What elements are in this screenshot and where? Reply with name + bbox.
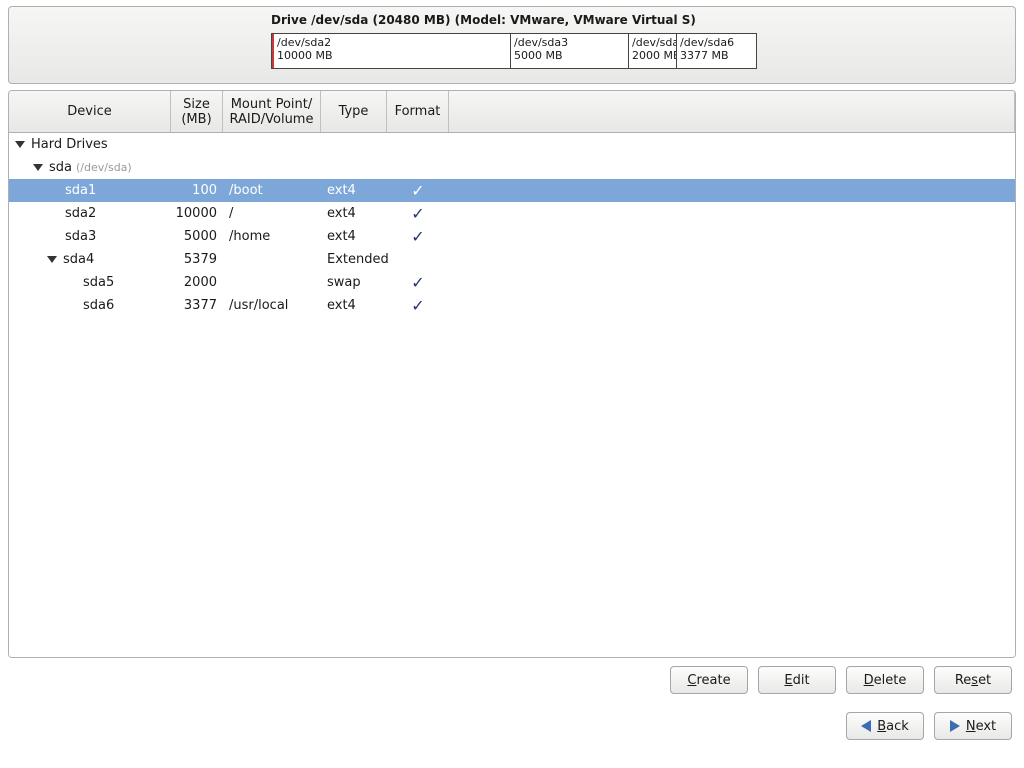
tree-disk-sda[interactable]: sda(/dev/sda) [9,156,1015,179]
back-button[interactable]: Back [846,712,924,740]
next-button[interactable]: Next [934,712,1012,740]
partition-table: Device Size(MB) Mount Point/RAID/Volume … [8,90,1016,658]
table-header: Device Size(MB) Mount Point/RAID/Volume … [9,91,1015,133]
drive-diagram-panel: Drive /dev/sda (20480 MB) (Model: VMware… [8,6,1016,84]
check-icon: ✓ [411,227,424,246]
action-button-row: Create Edit Delete Reset [12,666,1012,694]
col-header-type[interactable]: Type [321,91,387,132]
drive-title: Drive /dev/sda (20480 MB) (Model: VMware… [271,13,696,27]
tree-root-hard-drives[interactable]: Hard Drives [9,133,1015,156]
check-icon: ✓ [411,181,424,200]
arrow-right-icon [950,720,960,732]
col-header-format[interactable]: Format [387,91,449,132]
drive-segment[interactable]: /dev/sda52000 MB [629,34,677,68]
drive-segment[interactable]: /dev/sda63377 MB [677,34,756,68]
check-icon: ✓ [411,296,424,315]
table-row[interactable]: sda35000/homeext4✓ [9,225,1015,248]
table-row[interactable]: sda52000swap✓ [9,271,1015,294]
chevron-down-icon[interactable] [33,164,43,171]
table-row[interactable]: sda210000/ext4✓ [9,202,1015,225]
delete-button[interactable]: Delete [846,666,924,694]
check-icon: ✓ [411,204,424,223]
chevron-down-icon[interactable] [47,256,57,263]
create-button[interactable]: Create [670,666,748,694]
edit-button[interactable]: Edit [758,666,836,694]
col-header-mount[interactable]: Mount Point/RAID/Volume [223,91,321,132]
check-icon: ✓ [411,273,424,292]
drive-segment[interactable]: /dev/sda210000 MB [272,34,511,68]
drive-segment[interactable]: /dev/sda35000 MB [511,34,629,68]
col-header-size[interactable]: Size(MB) [171,91,223,132]
partition-tree[interactable]: Hard Drives sda(/dev/sda) sda1100/bootex… [9,133,1015,657]
arrow-left-icon [861,720,871,732]
table-row[interactable]: sda1100/bootext4✓ [9,179,1015,202]
table-row[interactable]: sda63377/usr/localext4✓ [9,294,1015,317]
table-row[interactable]: sda45379Extended [9,248,1015,271]
reset-button[interactable]: Reset [934,666,1012,694]
nav-button-row: Back Next [12,712,1012,740]
col-header-device[interactable]: Device [9,91,171,132]
chevron-down-icon[interactable] [15,141,25,148]
drive-partition-bar: /dev/sda210000 MB/dev/sda35000 MB/dev/sd… [271,33,757,69]
